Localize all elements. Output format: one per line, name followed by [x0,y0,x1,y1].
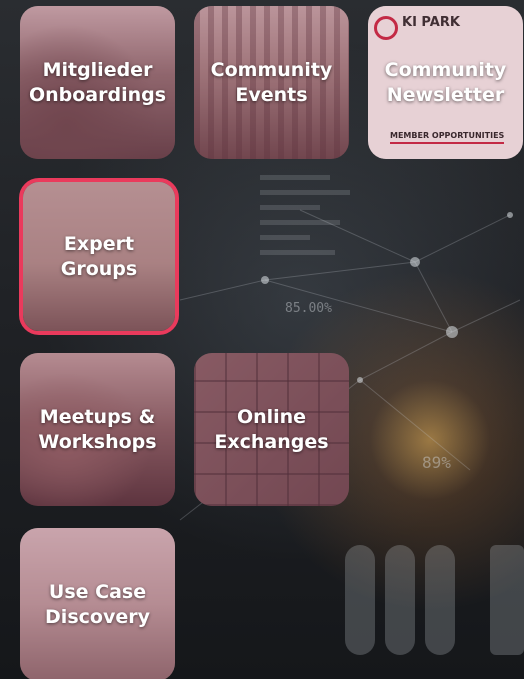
tile-use-case-discovery[interactable]: Use Case Discovery [20,528,175,679]
tile-label: Community Events [210,58,333,106]
readout-percent-1: 85.00% [285,301,332,316]
tile-expert-groups[interactable]: Expert Groups [19,178,179,335]
tile-label: Online Exchanges [214,405,329,453]
readout-percent-2: 89% [422,453,451,472]
tile-label: Use Case Discovery [45,580,150,628]
tile-community-newsletter[interactable]: KI PARK MEMBER OPPORTUNITIES Community N… [368,6,523,159]
tile-label: Expert Groups [60,232,138,280]
tile-community-events[interactable]: Community Events [194,6,349,159]
tile-label: Community Newsletter [384,58,507,106]
tile-meetups-workshops[interactable]: Meetups & Workshops [20,353,175,506]
tile-label: Meetups & Workshops [38,405,157,453]
tile-mitglieder-onboardings[interactable]: Mitglieder Onboardings [20,6,175,159]
tile-online-exchanges[interactable]: Online Exchanges [194,353,349,506]
tile-label: Mitglieder Onboardings [28,58,167,106]
